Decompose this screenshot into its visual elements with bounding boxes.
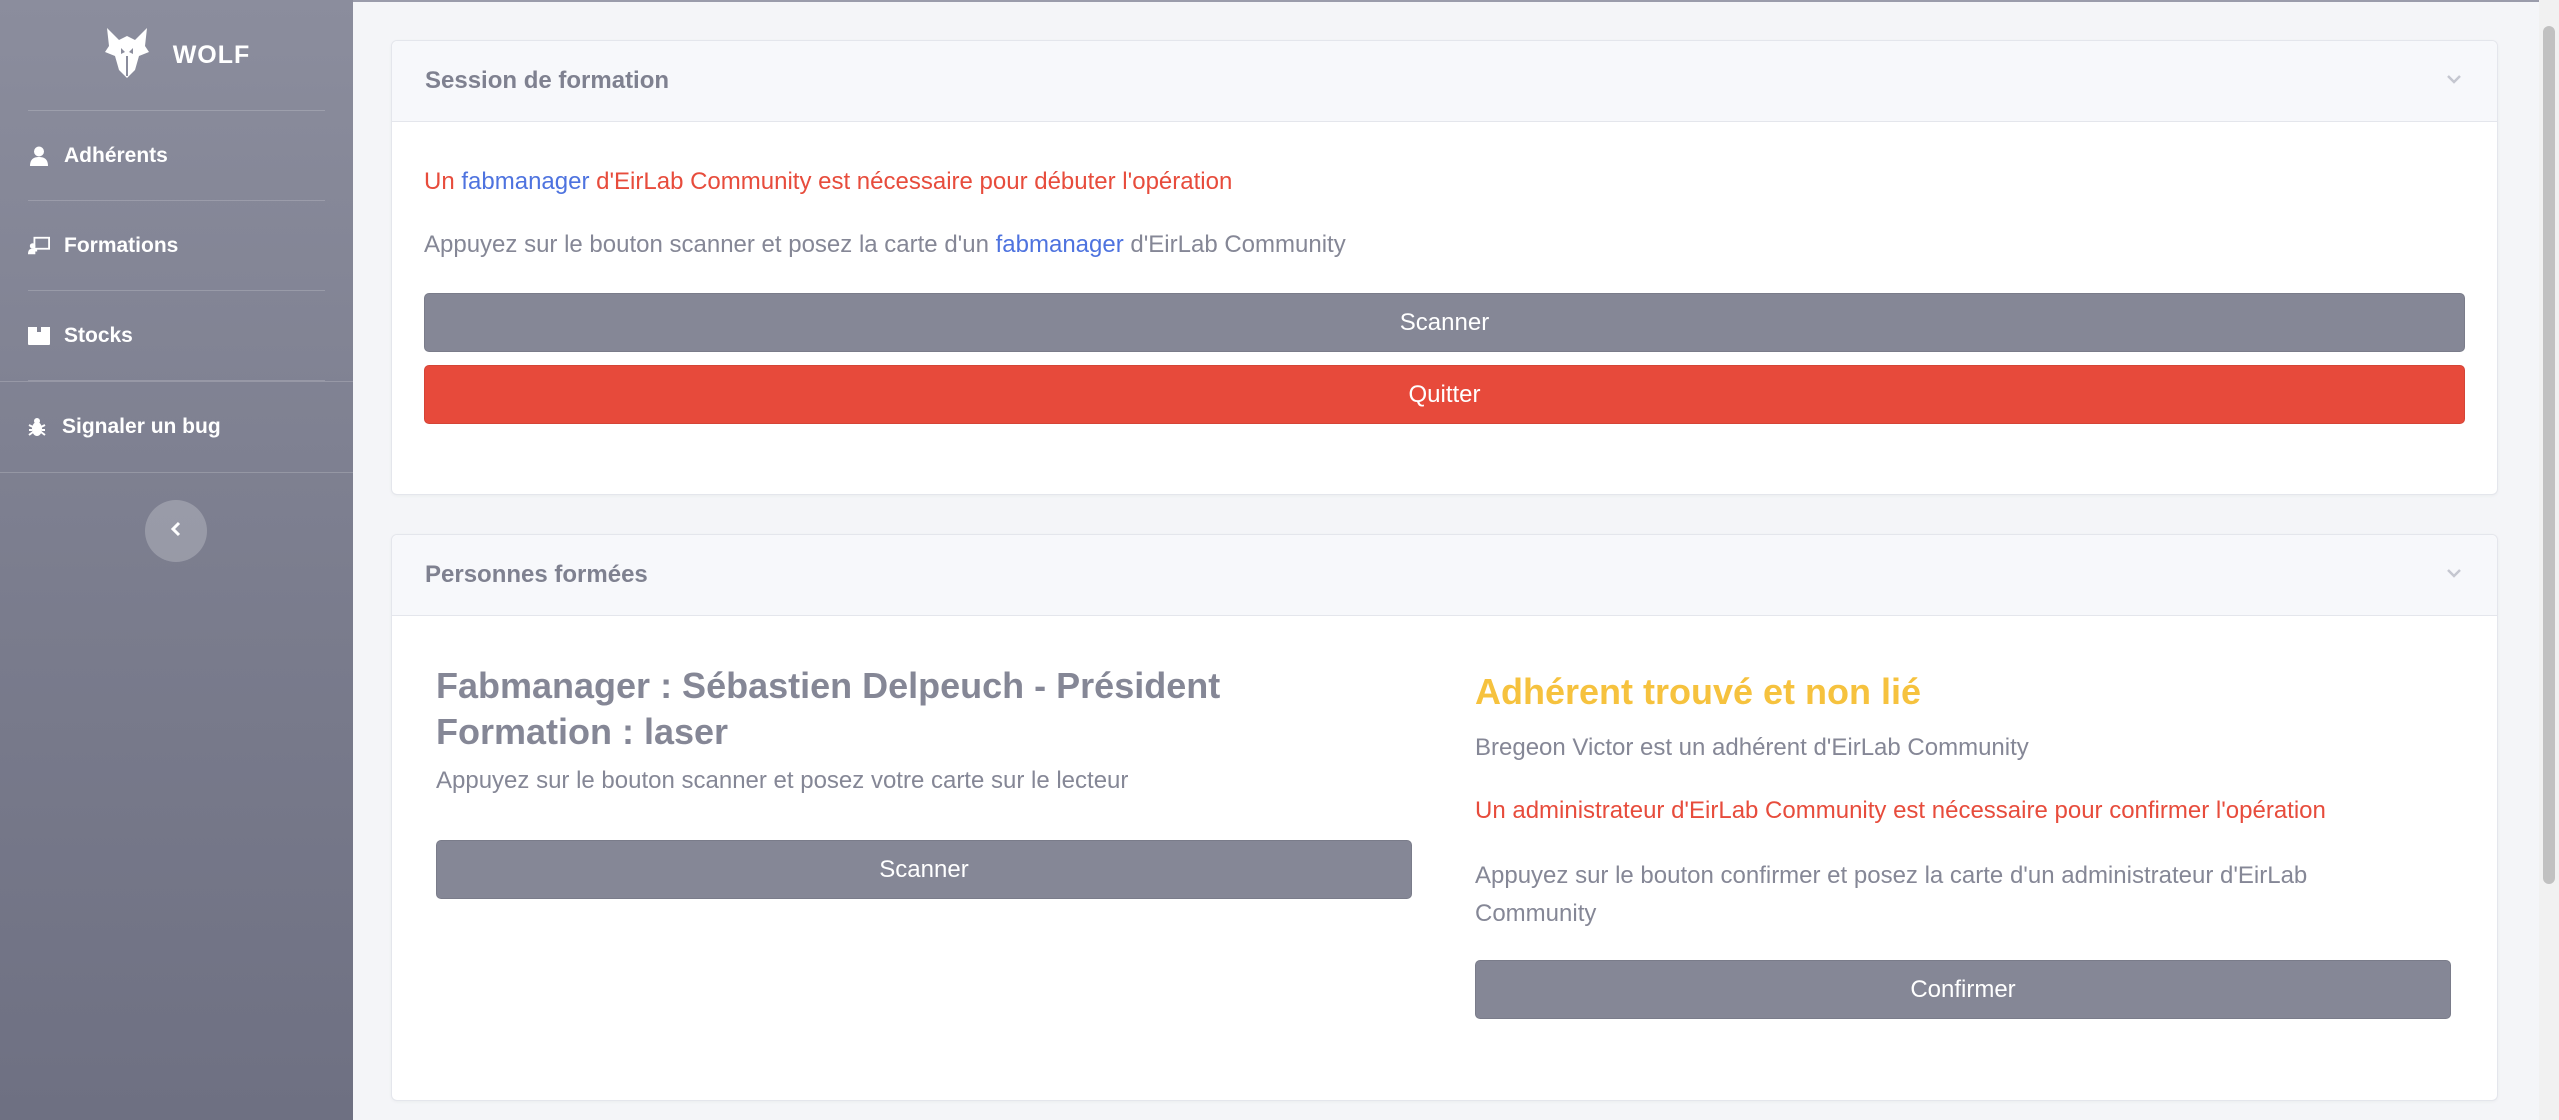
sidebar-item-formations[interactable]: Formations [28,201,325,291]
wolf-logo-icon [103,26,151,85]
message-text: Un [424,168,462,195]
fabmanager-info: Fabmanager : Sébastien Delpeuch - Présid… [436,663,1220,755]
sidebar-item-stocks[interactable]: Stocks [28,291,325,381]
scrollbar-thumb[interactable] [2543,26,2555,884]
brand[interactable]: WOLF [28,0,325,111]
top-border [353,0,2559,2]
trained-persons-card-title: Personnes formées [425,561,648,588]
fabmanager-line: Fabmanager : Sébastien Delpeuch - Présid… [436,665,1221,706]
instruction-text: Appuyez sur le bouton scanner et posez l… [424,231,996,258]
confirm-instruction: Appuyez sur le bouton confirmer et posez… [1475,862,2308,927]
quit-button[interactable]: Quitter [424,365,2465,424]
sidebar-item-label: Adhérents [64,143,168,167]
trained-persons-card: Personnes formées Fabmanager : Sébastien… [391,534,2498,1101]
scrollbar-track[interactable] [2539,0,2559,1120]
fabmanager-link[interactable]: fabmanager [996,231,1124,258]
trained-persons-card-header[interactable]: Personnes formées [392,535,2497,616]
sidebar-item-label: Formations [64,233,179,257]
chevron-down-icon[interactable] [2444,69,2464,94]
bug-icon [26,417,48,437]
box-icon [28,326,50,345]
chevron-left-icon [169,521,183,542]
chevron-down-icon[interactable] [2444,563,2464,588]
formation-line: Formation : laser [436,711,729,752]
instruction-text: d'EirLab Community [1123,231,1346,258]
sidebar-item-label: Stocks [64,323,133,347]
brand-name: WOLF [172,40,251,69]
member-status-title: Adhérent trouvé et non lié [1475,671,1922,712]
session-card-header[interactable]: Session de formation [392,41,2497,122]
sidebar-item-report-bug[interactable]: Signaler un bug [0,381,353,473]
session-card: Session de formation Un fabmanager d'Eir… [391,40,2498,495]
confirm-button[interactable]: Confirmer [1475,960,2451,1019]
scan-instruction: Appuyez sur le bouton scanner et posez l… [424,231,1346,259]
fabmanager-required-message: Un fabmanager d'EirLab Community est néc… [424,168,1232,196]
message-text: d'EirLab Community est nécessaire pour d… [589,168,1233,195]
sidebar-toggle-button[interactable] [145,500,207,562]
sidebar-item-label: Signaler un bug [62,415,221,438]
chalkboard-teacher-icon [28,236,50,256]
sidebar: WOLF Adhérents Formations Stocks Signale… [0,0,353,1120]
admin-required-message: Un administrateur d'EirLab Community est… [1475,797,2326,824]
user-icon [28,146,50,166]
fabmanager-link[interactable]: fabmanager [461,168,589,195]
session-card-title: Session de formation [425,67,670,94]
sidebar-item-adherents[interactable]: Adhérents [28,111,325,201]
session-scan-button[interactable]: Scanner [424,293,2465,352]
member-scan-button[interactable]: Scanner [436,840,1412,899]
main-content: Session de formation Un fabmanager d'Eir… [353,0,2559,1120]
member-found-text: Bregeon Victor est un adhérent d'EirLab … [1475,734,2029,761]
card-scan-instruction: Appuyez sur le bouton scanner et posez v… [436,767,1129,794]
